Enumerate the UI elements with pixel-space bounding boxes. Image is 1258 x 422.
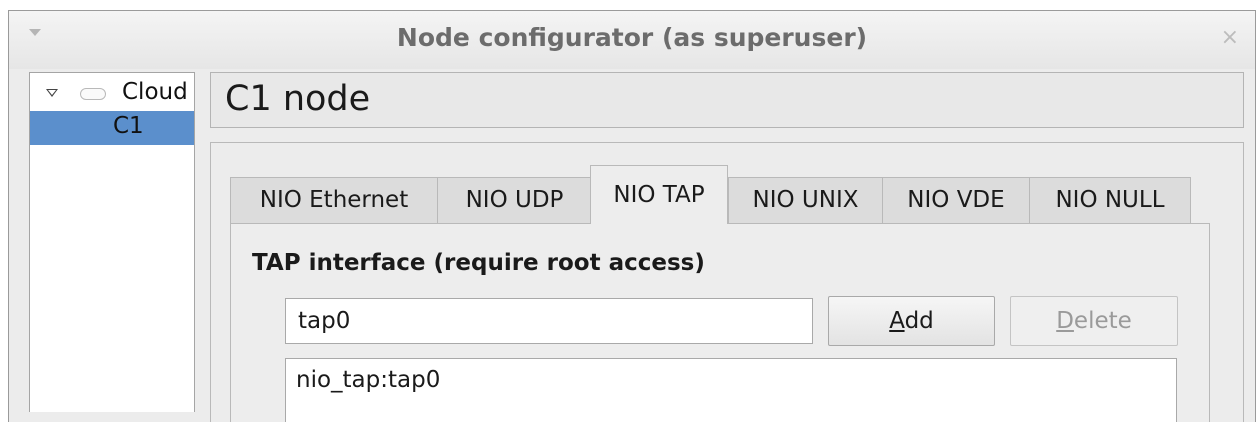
tap-interface-input[interactable] <box>285 298 813 344</box>
delete-button-label: elete <box>1073 308 1132 334</box>
tab-nio-unix[interactable]: NIO UNIX <box>728 177 883 223</box>
cloud-icon <box>80 88 106 100</box>
add-button[interactable]: Add <box>828 296 995 346</box>
tab-nio-tap[interactable]: NIO TAP <box>590 165 728 224</box>
node-tree[interactable]: Cloud C1 <box>29 72 195 412</box>
tree-item-cloud[interactable]: Cloud <box>30 77 194 111</box>
tree-item-label: C1 <box>113 113 144 139</box>
node-header: C1 node <box>210 72 1244 128</box>
tab-nio-vde[interactable]: NIO VDE <box>882 177 1030 223</box>
page-title: C1 node <box>225 79 371 119</box>
list-item[interactable]: nio_tap:tap0 <box>296 367 440 393</box>
delete-button-mnemonic: D <box>1056 308 1074 334</box>
section-title: TAP interface (require root access) <box>252 250 705 276</box>
window-title: Node configurator (as superuser) <box>396 23 868 52</box>
tree-item-c1[interactable]: C1 <box>30 111 194 145</box>
delete-button[interactable]: Delete <box>1010 296 1178 346</box>
add-button-label: dd <box>904 308 934 334</box>
tab-nio-null[interactable]: NIO NULL <box>1029 177 1191 223</box>
add-button-mnemonic: A <box>889 308 905 334</box>
tab-nio-ethernet[interactable]: NIO Ethernet <box>230 177 438 223</box>
tab-nio-udp[interactable]: NIO UDP <box>437 177 592 223</box>
close-icon[interactable]: × <box>1221 25 1239 50</box>
tap-interface-list[interactable]: nio_tap:tap0 <box>285 358 1177 422</box>
title-bar[interactable]: Node configurator (as superuser) × <box>9 11 1255 69</box>
expand-arrow-icon[interactable] <box>46 89 58 97</box>
tree-item-label: Cloud <box>122 79 188 105</box>
